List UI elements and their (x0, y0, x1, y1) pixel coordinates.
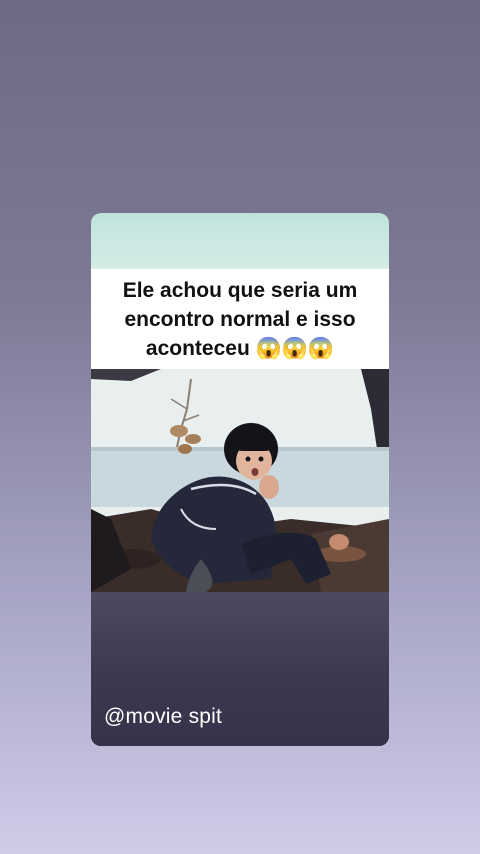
story-card[interactable]: Ele achou que seria um encontro normal e… (91, 213, 389, 746)
caption-box: Ele achou que seria um encontro normal e… (91, 269, 389, 369)
bottom-area: @movie spit (91, 592, 389, 746)
video-still (91, 369, 389, 592)
watermark: @movie spit (104, 705, 223, 728)
video-frame[interactable] (91, 369, 389, 592)
top-strip (91, 213, 389, 269)
post-caption: Ele achou que seria um encontro normal e… (122, 278, 358, 360)
